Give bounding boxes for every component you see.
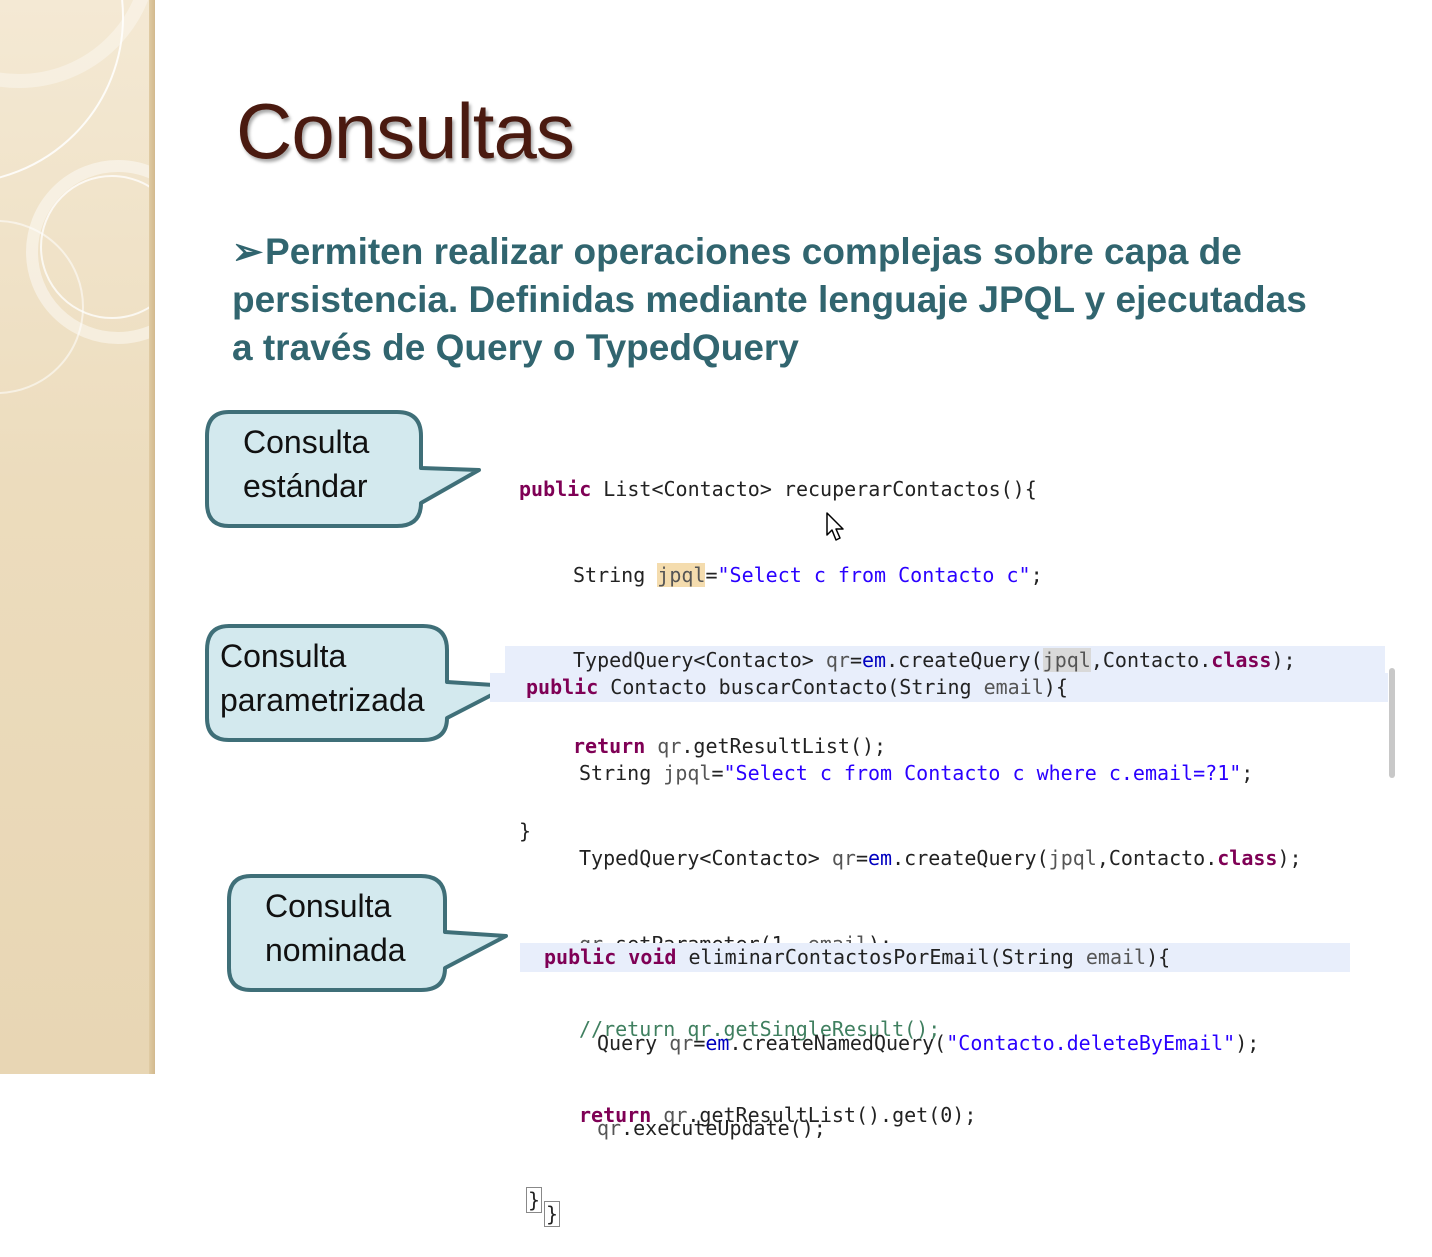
callout-named-query: Consulta nominada [227,874,512,996]
code-text: List<Contacto> recuperarContactos(){ [591,477,1037,501]
code-variable: jpql [663,760,712,785]
code-line: String jpql="Select c from Contacto c wh… [490,759,1388,788]
code-text: Contacto buscarContacto(String [598,675,984,699]
decorative-side-band [0,0,155,1074]
bullet-arrow-icon: ➢ [232,231,264,272]
side-band-edge [149,0,155,1074]
code-text: } [544,1200,561,1227]
code-string: "Select c from Contacto c where c.email=… [723,760,1242,785]
code-line: } [520,1200,1350,1229]
code-text: eliminarContactosPorEmail(String [676,945,1086,969]
code-text: String [579,760,664,785]
callout-line: Consulta [243,424,370,460]
code-text: Query [597,1030,670,1055]
decorative-ring [0,0,155,88]
code-field: em [868,846,893,870]
callout-line: Consulta [265,888,392,924]
code-text: String [573,562,658,587]
code-text: .createQuery( [892,846,1049,870]
code-text: ,Contacto. [1096,846,1218,870]
code-line: Query qr=em.createNamedQuery("Contacto.d… [520,1029,1350,1058]
code-keyword: public [526,675,599,699]
code-text: ); [1277,846,1302,870]
code-text: .executeUpdate(); [621,1116,826,1140]
code-text: = [693,1030,706,1055]
code-text: = [705,562,718,587]
code-string: "Contacto.deleteByEmail" [946,1030,1236,1055]
code-keyword: void [628,945,677,969]
code-variable: qr [597,1116,622,1140]
code-line: TypedQuery<Contacto> qr=em.createQuery(j… [490,844,1388,873]
code-line: public List<Contacto> recuperarContactos… [505,475,1385,504]
code-keyword: public [544,945,617,969]
code-variable: email [983,675,1044,699]
callout-line: estándar [243,468,368,504]
slide-bullet: ➢Permiten realizar operaciones complejas… [232,228,1332,372]
code-variable: jpql [657,562,706,587]
code-variable: jpql [1048,846,1097,870]
code-text: = [855,846,869,870]
code-text: ); [1235,1030,1260,1055]
callout-line: nominada [265,932,406,968]
bullet-text: Permiten realizar operaciones complejas … [232,231,1307,368]
code-variable: qr [669,1030,694,1055]
code-text: ; [1030,562,1043,587]
code-keyword: class [1217,846,1278,870]
code-line: qr.executeUpdate(); [520,1114,1350,1143]
code-variable: qr [831,846,856,870]
code-text: = [711,760,724,785]
callout-label: Consulta nominada [265,884,406,972]
callout-line: Consulta [220,638,347,674]
code-keyword: public [519,477,592,501]
code-line: String jpql="Select c from Contacto c"; [505,561,1385,590]
code-text: ; [1241,760,1254,785]
code-field: em [705,1030,730,1055]
callout-parametrized-query: Consulta parametrizada [205,624,515,746]
code-line-current: public Contacto buscarContacto(String em… [490,673,1388,702]
code-line-current: public void eliminarContactosPorEmail(St… [520,943,1350,972]
code-variable: email [1085,945,1147,969]
callout-standard-query: Consulta estándar [205,410,485,530]
code-text: ){ [1043,675,1068,699]
code-text: .createNamedQuery( [729,1030,947,1055]
mouse-cursor-icon [826,512,844,541]
slide-title: Consultas [236,87,575,175]
code-block-named: public void eliminarContactosPorEmail(St… [520,886,1350,1257]
callout-label: Consulta estándar [243,420,369,508]
callout-label: Consulta parametrizada [220,634,425,722]
code-text: ){ [1146,945,1171,969]
code-text: TypedQuery<Contacto> [579,846,832,870]
callout-line: parametrizada [220,682,425,718]
editor-scrollbar[interactable] [1389,668,1395,778]
code-string: "Select c from Contacto c" [717,562,1031,587]
